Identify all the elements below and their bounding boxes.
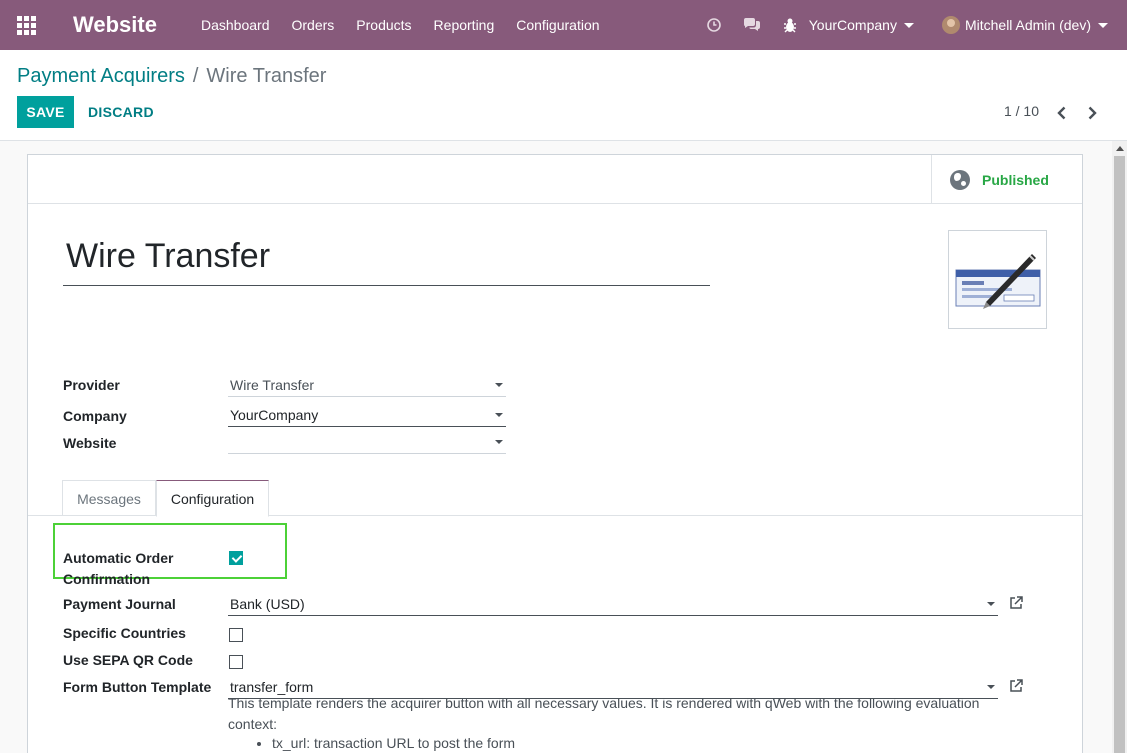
auto-confirm-label: Automatic Order Confirmation (63, 550, 174, 587)
cheque-pen-icon (955, 253, 1040, 309)
company-switcher-label: YourCompany (808, 17, 897, 33)
user-menu[interactable]: Mitchell Admin (dev) (941, 16, 1108, 34)
help-list: tx_url: transaction URL to post the form (258, 735, 515, 751)
top-navbar: Website Dashboard Orders Products Report… (0, 0, 1127, 50)
notebook-tabs: Messages Configuration (28, 480, 1082, 517)
form-sheet: Published Wire Transfer Provider Wire Tr… (27, 154, 1083, 753)
countries-checkbox[interactable] (229, 628, 243, 642)
caret-down-icon (987, 685, 995, 689)
button-box: Published (28, 155, 1082, 204)
journal-label: Payment Journal (63, 596, 176, 612)
website-label: Website (63, 435, 117, 451)
company-switcher[interactable]: YourCompany (809, 17, 914, 33)
external-link-icon[interactable] (1009, 679, 1023, 693)
chevron-down-icon (903, 22, 914, 28)
caret-down-icon (495, 440, 503, 444)
help-list-item: tx_url: transaction URL to post the form (272, 735, 515, 751)
acquirer-image[interactable] (948, 230, 1047, 329)
clock-icon[interactable] (695, 17, 733, 33)
scroll-up-arrow-icon[interactable] (1116, 146, 1124, 151)
systray: YourCompany Mitchell Admin (dev) (695, 0, 1127, 50)
bug-icon[interactable] (771, 17, 809, 33)
tab-configuration[interactable]: Configuration (156, 480, 269, 517)
provider-label: Provider (63, 377, 120, 393)
menu-orders[interactable]: Orders (281, 0, 346, 50)
caret-down-icon (495, 383, 503, 387)
discard-button[interactable]: DISCARD (88, 96, 154, 128)
globe-icon (950, 169, 970, 190)
template-help-text: This template renders the acquirer butto… (228, 695, 980, 732)
company-value: YourCompany (230, 407, 319, 423)
user-name: Mitchell Admin (dev) (964, 17, 1091, 33)
website-select[interactable] (228, 431, 506, 454)
menu-reporting[interactable]: Reporting (423, 0, 506, 50)
chevron-left-icon[interactable] (1054, 105, 1070, 121)
chevron-down-icon (1098, 22, 1108, 28)
avatar (941, 16, 960, 34)
caret-down-icon (987, 602, 995, 606)
breadcrumb: Payment Acquirers / Wire Transfer (17, 65, 326, 88)
provider-select[interactable]: Wire Transfer (228, 374, 506, 397)
chevron-right-icon[interactable] (1084, 105, 1100, 121)
journal-select[interactable]: Bank (USD) (228, 593, 998, 616)
company-select[interactable]: YourCompany (228, 404, 506, 427)
vertical-scrollbar[interactable] (1112, 141, 1127, 753)
menu-products[interactable]: Products (345, 0, 422, 50)
auto-confirm-checkbox[interactable] (229, 551, 243, 565)
company-label: Company (63, 408, 127, 424)
breadcrumb-separator: / (192, 65, 199, 87)
name-input[interactable]: Wire Transfer (63, 230, 710, 286)
countries-label: Specific Countries (63, 625, 186, 641)
published-label: Published (982, 171, 1049, 188)
scrollbar-thumb[interactable] (1114, 156, 1125, 753)
menu-dashboard[interactable]: Dashboard (201, 0, 281, 50)
control-panel: Payment Acquirers / Wire Transfer SAVE D… (0, 50, 1127, 141)
external-link-icon[interactable] (1009, 596, 1023, 610)
app-name[interactable]: Website (73, 12, 201, 38)
tab-messages[interactable]: Messages (62, 480, 156, 516)
journal-value: Bank (USD) (230, 596, 305, 612)
sepa-label: Use SEPA QR Code (63, 652, 193, 668)
caret-down-icon (495, 413, 503, 417)
provider-value: Wire Transfer (230, 377, 315, 393)
pager-value[interactable]: 1 / 10 (1004, 103, 1039, 119)
template-label: Form Button Template (63, 679, 212, 695)
published-button[interactable]: Published (931, 155, 1082, 204)
chat-icon[interactable] (733, 17, 771, 33)
apps-menu-icon[interactable] (0, 0, 52, 50)
main-menu: Dashboard Orders Products Reporting Conf… (201, 0, 611, 50)
breadcrumb-parent[interactable]: Payment Acquirers (17, 65, 185, 88)
form-view: Published Wire Transfer Provider Wire Tr… (0, 141, 1127, 753)
sepa-checkbox[interactable] (229, 655, 243, 669)
save-button[interactable]: SAVE (17, 96, 74, 128)
menu-configuration[interactable]: Configuration (505, 0, 610, 50)
breadcrumb-current: Wire Transfer (206, 65, 327, 87)
